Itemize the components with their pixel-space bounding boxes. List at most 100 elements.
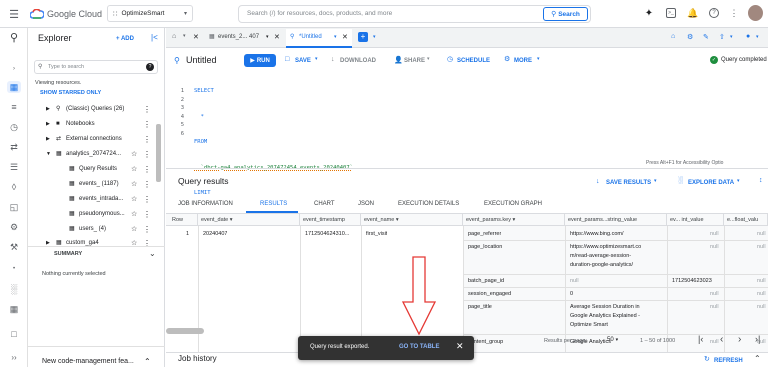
chevron-down-icon[interactable]: ⌄ xyxy=(149,249,156,258)
bigquery-icon[interactable]: ⚲ xyxy=(7,32,21,44)
filter-icon[interactable]: ≡ xyxy=(7,101,21,113)
star-icon[interactable]: ☆ xyxy=(131,223,137,236)
run-button[interactable]: ▶ RUN xyxy=(244,54,276,67)
home-icon[interactable]: ⌂ xyxy=(671,33,675,40)
expand-icon[interactable]: ▶ xyxy=(46,118,50,131)
chevron-up-icon[interactable]: ⌃ xyxy=(754,354,761,363)
column-header-int-value[interactable]: ev... int_value xyxy=(667,214,724,226)
expand-rail-icon[interactable]: ›› xyxy=(7,352,21,364)
chevron-right-icon[interactable]: › xyxy=(7,63,21,75)
explorer-search[interactable]: ⚲ Type to search ? xyxy=(34,60,158,74)
menu-icon[interactable]: ☰ xyxy=(8,8,20,21)
schedule-icon[interactable]: ◱ xyxy=(7,201,21,213)
first-page-icon[interactable]: |‹ xyxy=(698,334,703,344)
tab-execution-details[interactable]: EXECUTION DETAILS xyxy=(398,199,459,209)
notifications-icon[interactable]: 🔔 xyxy=(687,7,698,19)
show-starred-link[interactable]: SHOW STARRED ONLY xyxy=(40,88,101,98)
column-header-string-value[interactable]: event_params...string_value xyxy=(565,214,667,226)
more-button[interactable]: MORE xyxy=(514,56,532,66)
tab-results[interactable]: RESULTS xyxy=(260,199,287,209)
google-cloud-logo[interactable]: Google Cloud xyxy=(30,8,102,20)
grid-icon[interactable]: ▦ xyxy=(7,303,21,315)
tab-events-table[interactable]: ▦ events_2... 407 ▾ ✕ xyxy=(206,30,283,46)
settings-icon[interactable]: ⚙ xyxy=(7,221,21,233)
close-icon[interactable]: ✕ xyxy=(456,341,464,352)
chevron-down-icon[interactable]: ▾ xyxy=(183,33,186,39)
explorer-search-input[interactable]: Type to search xyxy=(48,64,84,70)
tree-item-external-connections[interactable]: ▶ ⇄ External connections ⋮ xyxy=(28,133,158,146)
next-page-icon[interactable]: › xyxy=(738,334,741,345)
more-vert-icon[interactable]: ⋮ xyxy=(143,178,151,191)
doc-icon[interactable]: □ xyxy=(7,328,21,340)
help-icon[interactable]: ? xyxy=(146,63,154,71)
prev-page-icon[interactable]: ‹ xyxy=(720,334,723,345)
project-selector[interactable]: ∷ OptimizeSmart ▾ xyxy=(107,5,193,22)
star-icon[interactable]: ☆ xyxy=(131,163,137,176)
tree-item-events[interactable]: ▦ events_ (1187) ☆ ⋮ xyxy=(28,178,158,191)
chevron-up-icon[interactable]: ⌃ xyxy=(144,357,151,366)
save-results-button[interactable]: SAVE RESULTS xyxy=(606,178,651,188)
collapse-icon[interactable]: ▼ xyxy=(46,148,51,161)
chevron-down-icon[interactable]: ▾ xyxy=(334,34,337,40)
help-icon[interactable]: ? xyxy=(709,8,719,18)
tree-item-users[interactable]: ▦ users_ (4) ☆ ⋮ xyxy=(28,223,158,236)
chevron-down-icon[interactable]: ▾ xyxy=(373,34,376,40)
dot-icon[interactable]: • xyxy=(7,263,21,275)
tree-item-dataset[interactable]: ▼ ▦ analytics_2074724... ☆ ⋮ xyxy=(28,148,158,161)
transfer-icon[interactable]: ⇄ xyxy=(7,141,21,153)
tree-item-events-intraday[interactable]: ▦ events_intrada... ☆ ⋮ xyxy=(28,193,158,206)
column-header-event-date[interactable]: event_date ▾ xyxy=(198,214,300,226)
chevron-down-icon[interactable]: ▾ xyxy=(654,178,657,184)
tree-item-classic-queries[interactable]: ▶ ⚲ (Classic) Queries (26) ⋮ xyxy=(28,103,158,116)
last-page-icon[interactable]: ›| xyxy=(755,334,760,344)
more-vert-icon[interactable]: ⋮ xyxy=(143,133,151,146)
compose-icon[interactable]: ✎ xyxy=(703,33,709,41)
share-button[interactable]: SHARE xyxy=(404,56,425,66)
chevron-down-icon[interactable]: ▾ xyxy=(730,34,733,40)
tab-json[interactable]: JSON xyxy=(358,199,374,209)
code-management-banner[interactable]: New code-management fea... xyxy=(42,358,134,365)
column-header-event-timestamp[interactable]: event_timestamp xyxy=(300,214,361,226)
add-button[interactable]: + ADD xyxy=(116,34,134,44)
lightbulb-icon[interactable]: ● xyxy=(746,33,750,40)
more-vert-icon[interactable]: ⋮ xyxy=(143,193,151,206)
chevron-down-icon[interactable]: ▾ xyxy=(315,56,318,62)
more-vert-icon[interactable]: ⋮ xyxy=(143,208,151,221)
column-header-event-name[interactable]: event_name ▾ xyxy=(361,214,463,226)
search-button[interactable]: ⚲ Search xyxy=(543,7,588,21)
tab-execution-graph[interactable]: EXECUTION GRAPH xyxy=(484,199,542,209)
avatar[interactable] xyxy=(748,5,763,21)
star-icon[interactable]: ☆ xyxy=(131,193,137,206)
pipeline-icon[interactable]: ◊ xyxy=(7,181,21,193)
more-vert-icon[interactable]: ⋮ xyxy=(143,223,151,236)
tab-job-information[interactable]: JOB INFORMATION xyxy=(178,199,233,209)
list-icon[interactable]: ☰ xyxy=(7,161,21,173)
upload-icon[interactable]: ⇧ xyxy=(719,33,725,41)
star-icon[interactable]: ☆ xyxy=(131,148,137,161)
cloud-shell-icon[interactable]: >_ xyxy=(666,8,676,18)
close-icon[interactable]: ✕ xyxy=(274,33,280,41)
collapse-panel-icon[interactable]: |< xyxy=(151,33,158,42)
tab-chart[interactable]: CHART xyxy=(314,199,335,209)
expand-icon[interactable]: ↕ xyxy=(759,177,763,184)
chevron-down-icon[interactable]: ▾ xyxy=(756,34,759,40)
close-icon[interactable]: ✕ xyxy=(342,33,348,41)
expand-icon[interactable]: ▶ xyxy=(46,133,50,146)
horizontal-scrollbar[interactable] xyxy=(166,328,204,334)
home-icon[interactable]: ⌂ xyxy=(172,33,176,40)
refresh-button[interactable]: REFRESH xyxy=(714,356,743,366)
tab-untitled[interactable]: ⚲ *Untitled ▾ ✕ xyxy=(286,29,352,48)
chevron-down-icon[interactable]: ▾ xyxy=(266,34,269,40)
summary-header[interactable]: SUMMARY ⌄ xyxy=(28,249,165,261)
chevron-down-icon[interactable]: ▾ xyxy=(537,56,540,62)
gemini-icon[interactable]: ✦ xyxy=(644,8,654,19)
search-input[interactable]: Search (/) for resources, docs, products… xyxy=(247,10,392,17)
go-to-table-button[interactable]: GO TO TABLE xyxy=(399,344,439,350)
chevron-down-icon[interactable]: ▾ xyxy=(427,56,430,62)
tree-item-notebooks[interactable]: ▶ ■ Notebooks ⋮ xyxy=(28,118,158,131)
column-header-float-value[interactable]: e...float_valu xyxy=(724,214,768,226)
more-vert-icon[interactable]: ⋮ xyxy=(143,118,151,131)
more-vert-icon[interactable]: ⋮ xyxy=(730,7,739,19)
more-vert-icon[interactable]: ⋮ xyxy=(143,163,151,176)
wrench-icon[interactable]: ⚒ xyxy=(7,241,21,253)
